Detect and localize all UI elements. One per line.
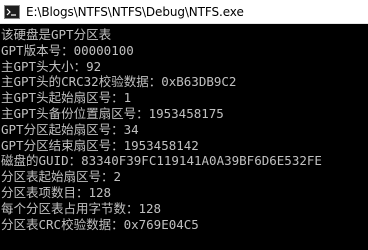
console-app-icon[interactable] — [4, 4, 20, 19]
console-output[interactable]: 该硬盘是GPT分区表 GPT版本号：00000100 主GPT头大小：92 主G… — [0, 24, 368, 250]
console-line: 该硬盘是GPT分区表 — [1, 27, 112, 42]
console-line: 分区表CRC校验数据：0x769E04C5 — [1, 216, 199, 232]
console-line: 主GPT头大小：92 — [1, 58, 102, 74]
console-line: 每个分区表占用字节数：128 — [1, 200, 162, 216]
console-line: GPT分区结束扇区号：1953458142 — [1, 137, 199, 153]
window-title: E:\Blogs\NTFS\NTFS\Debug\NTFS.exe — [26, 4, 244, 19]
console-line: GPT分区起始扇区号：34 — [1, 121, 139, 137]
console-line: 磁盘的GUID：83340F39FC119141A0A39BF6D6E532FE — [1, 153, 322, 169]
console-line: 主GPT头备份位置扇区号：1953458175 — [1, 105, 224, 121]
console-line: 主GPT头起始扇区号：1 — [1, 90, 132, 106]
title-bar[interactable]: E:\Blogs\NTFS\NTFS\Debug\NTFS.exe — [0, 0, 368, 24]
console-window: E:\Blogs\NTFS\NTFS\Debug\NTFS.exe 该硬盘是GP… — [0, 0, 368, 250]
console-line: 分区表项数目：128 — [1, 184, 112, 200]
console-line: 主GPT头的CRC32校验数据：0xB63DB9C2 — [1, 74, 237, 90]
console-line: 分区表起始扇区号：2 — [1, 169, 122, 185]
console-line: GPT版本号：00000100 — [1, 42, 134, 58]
